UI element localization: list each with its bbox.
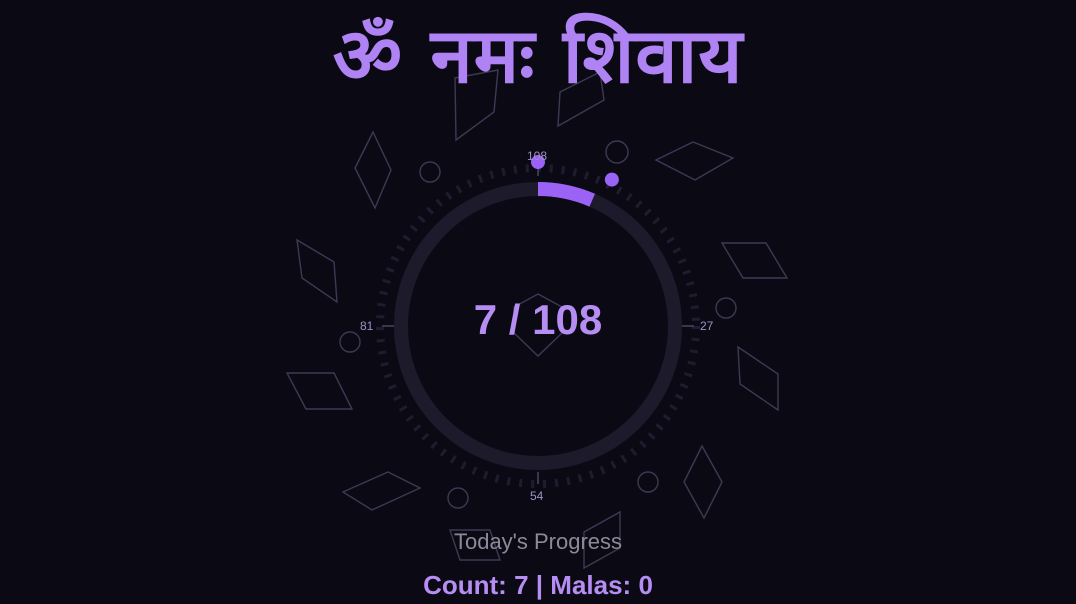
mark-label-top: 108 <box>527 149 548 163</box>
mark-label-right: 27 <box>700 319 714 333</box>
diamond-decoration <box>737 345 779 412</box>
count-separator: / <box>497 296 533 343</box>
count-current: 7 <box>473 296 498 343</box>
todays-progress-label: Today's Progress <box>453 529 623 554</box>
progress-arc <box>537 182 596 207</box>
diamond-decoration <box>720 242 789 279</box>
mark-label-bottom: 54 <box>530 489 544 503</box>
malas-value: 0 <box>638 570 653 600</box>
count-label: Count: <box>423 570 507 600</box>
count-target: 108 <box>532 296 603 343</box>
japa-counter-app: ॐ नमः शिवाय 108 27 54 81 7 / 108 Today's… <box>0 0 1076 604</box>
progress-stats: Count: 7 | Malas: 0 <box>0 570 1076 601</box>
mantra-title: ॐ नमः शिवाय <box>332 11 744 100</box>
circle-decoration <box>419 161 441 183</box>
diamond-decoration <box>285 372 354 410</box>
current-bead-marker <box>604 172 619 187</box>
diamond-decoration <box>341 471 422 511</box>
circle-decoration <box>637 471 659 493</box>
diamond-decoration <box>296 238 338 304</box>
malas-label: Malas: <box>550 570 632 600</box>
circle-decoration <box>339 331 361 353</box>
circle-decoration <box>605 140 629 164</box>
count-value: 7 <box>514 570 529 600</box>
mark-label-left: 81 <box>360 319 374 333</box>
stats-divider: | <box>535 570 544 600</box>
circle-decoration <box>447 487 469 509</box>
diamond-decoration <box>654 141 735 181</box>
count-display[interactable]: 7 / 108 <box>388 296 688 344</box>
diamond-decoration <box>683 444 723 520</box>
diamond-decoration <box>354 130 392 210</box>
circle-decoration <box>715 297 737 319</box>
